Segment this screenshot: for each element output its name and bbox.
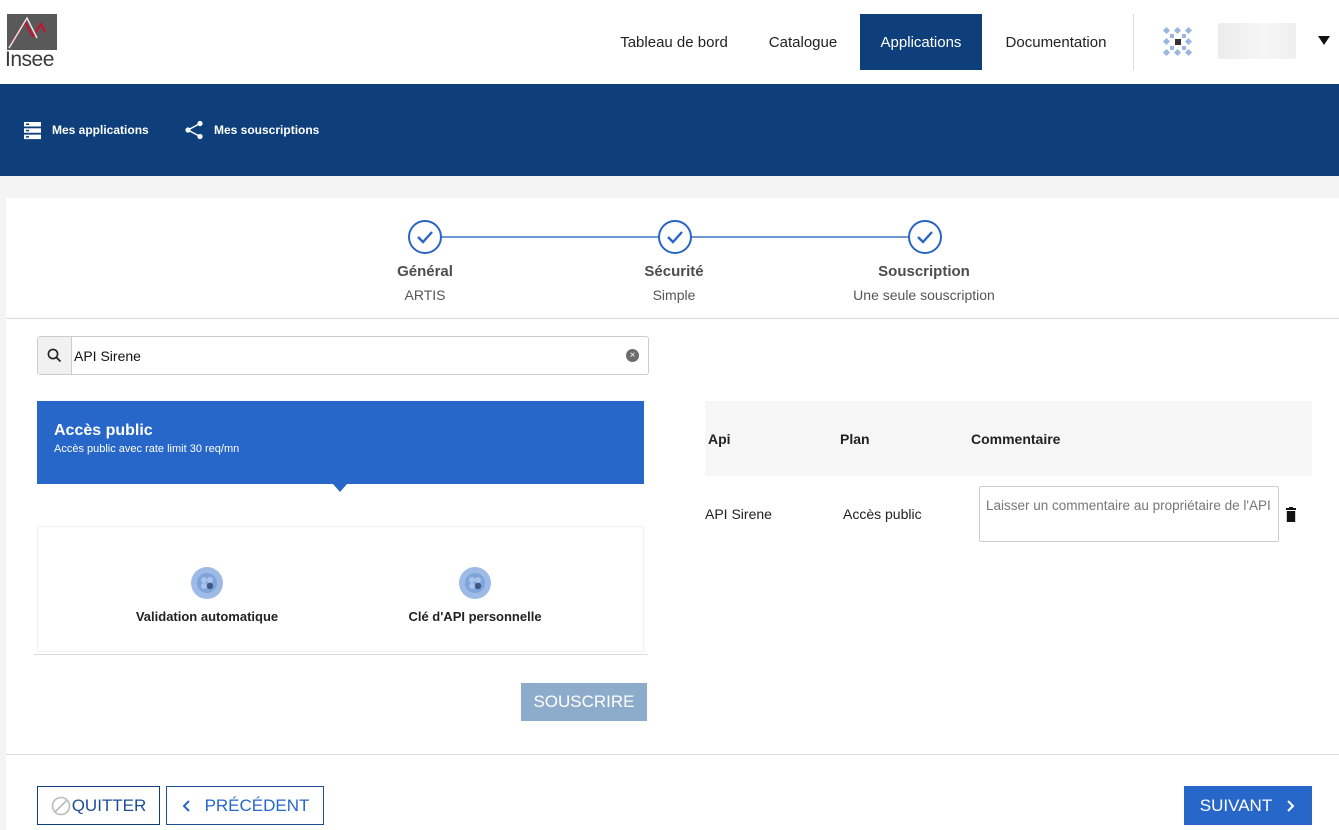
section-divider (6, 318, 1339, 319)
cell-api: API Sirene (705, 506, 772, 522)
search-icon (38, 337, 72, 374)
footer-divider (6, 754, 1339, 755)
delete-trash-icon[interactable] (1285, 507, 1297, 523)
cancel-circle-icon (51, 796, 70, 815)
user-name-redacted[interactable] (1218, 23, 1296, 59)
nav-documentation[interactable]: Documentation (982, 14, 1130, 70)
chevron-right-icon (1287, 799, 1295, 812)
column-header-plan: Plan (840, 431, 870, 447)
api-search-box: × (37, 336, 649, 375)
step-title: Sécurité (644, 263, 704, 280)
plan-pointer (333, 484, 347, 492)
plan-features: Validation automatique Clé d'API personn… (37, 526, 644, 652)
user-menu-chevron-down-icon[interactable] (1318, 36, 1330, 45)
feature-label: Clé d'API personnelle (408, 609, 542, 624)
plan-card-acces-public[interactable]: Accès public Accès public avec rate limi… (37, 401, 644, 492)
subnav-label: Mes souscriptions (214, 123, 320, 137)
feature-validation-automatique: Validation automatique (87, 567, 327, 624)
nav-catalogue[interactable]: Catalogue (748, 14, 858, 70)
user-avatar-icon[interactable] (1162, 26, 1194, 58)
step-title: Général (397, 263, 453, 280)
feature-badge-icon (459, 567, 491, 599)
next-button[interactable]: SUIVANT (1184, 786, 1312, 825)
clear-search-icon[interactable]: × (626, 349, 639, 362)
plan-divider (34, 654, 648, 655)
column-header-api: Api (708, 431, 731, 447)
logo-text: Insee (5, 48, 54, 71)
server-list-icon (24, 121, 41, 139)
subnav-mes-applications[interactable]: Mes applications (23, 120, 149, 140)
top-bar: Insee Tableau de bord Catalogue Applicat… (0, 0, 1339, 84)
stepper-connector (691, 236, 909, 238)
step-subtitle: Une seule souscription (853, 287, 995, 303)
previous-label: PRÉCÉDENT (204, 795, 310, 815)
step-souscription-check-icon[interactable] (908, 220, 942, 254)
step-subtitle: ARTIS (404, 287, 446, 303)
quit-button[interactable]: QUITTER (37, 786, 160, 825)
quit-label: QUITTER (71, 795, 147, 815)
comment-field[interactable] (979, 486, 1279, 542)
search-input[interactable] (74, 343, 614, 368)
stepper-connector (441, 236, 659, 238)
step-title: Souscription (878, 263, 970, 280)
subnav-mes-souscriptions[interactable]: Mes souscriptions (184, 120, 319, 140)
sub-navigation-bar: Mes applications Mes souscriptions (0, 84, 1339, 176)
feature-label: Validation automatique (135, 609, 279, 624)
feature-cle-api-personnelle: Clé d'API personnelle (355, 567, 595, 624)
column-header-commentaire: Commentaire (971, 431, 1061, 447)
step-subtitle: Simple (652, 287, 696, 303)
subscribe-button[interactable]: SOUSCRIRE (521, 683, 647, 721)
insee-logo[interactable]: Insee (5, 12, 61, 71)
nav-tableau-de-bord[interactable]: Tableau de bord (600, 14, 748, 70)
plan-title: Accès public (54, 422, 153, 439)
logo-mark (7, 14, 57, 50)
step-general-check-icon[interactable] (408, 220, 442, 254)
feature-badge-icon (191, 567, 223, 599)
chevron-left-icon (182, 799, 190, 812)
subnav-label: Mes applications (52, 123, 149, 137)
nav-divider (1133, 14, 1134, 70)
next-label: SUIVANT (1199, 795, 1273, 815)
previous-button[interactable]: PRÉCÉDENT (166, 786, 324, 825)
share-icon (185, 120, 203, 140)
plan-description: Accès public avec rate limit 30 req/mn (54, 443, 240, 455)
nav-applications[interactable]: Applications (860, 14, 982, 70)
step-securite-check-icon[interactable] (658, 220, 692, 254)
cell-plan: Accès public (843, 506, 922, 522)
